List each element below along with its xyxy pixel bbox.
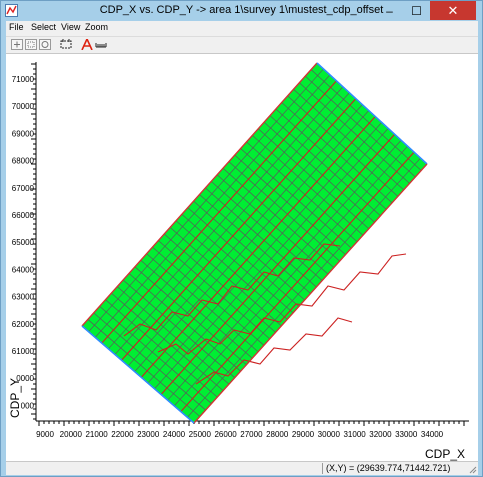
application-window: CDP_X vs. CDP_Y -> area 1\survey 1\muste… [0,0,483,477]
y-tick-label: 66000 [12,211,35,220]
x-tick-label: 23000 [137,430,160,439]
y-tick-label: 69000 [12,129,35,138]
y-tick-label: 70000 [12,102,35,111]
plot-area[interactable]: 71000 70000 69000 68000 67000 66000 65000 64000… [6,53,478,462]
x-tick-label: 26000 [214,430,237,439]
y-tick-label: 71000 [12,75,35,84]
x-tick-label: 25000 [189,430,212,439]
x-tick-label: 28000 [266,430,289,439]
resize-grip-icon[interactable] [469,466,477,474]
y-tick-label: 61000 [12,347,35,356]
annotate-icon[interactable] [81,39,93,50]
y-tick-label: 62000 [12,320,35,329]
toolbar [6,36,478,54]
x-tick-label: 27000 [240,430,263,439]
zoom-out-icon[interactable] [39,39,51,50]
status-bar: (X,Y) = (29639.774,71442.721) [6,461,478,475]
y-tick-label: 63000 [12,293,35,302]
status-separator [322,463,323,474]
x-tick-label: 32000 [369,430,392,439]
minimize-button[interactable]: – [376,1,403,20]
y-axis-label: CDP_Y [8,378,22,418]
zoom-box-icon[interactable] [25,39,37,50]
y-tick-label: 64000 [12,265,35,274]
zoom-in-icon[interactable] [11,39,23,50]
menu-bar: File Select View Zoom [6,21,478,36]
y-tick-label: 68000 [12,157,35,166]
menu-select[interactable]: Select [31,22,56,32]
x-axis: 9000 20000 21000 22000 23000 24000 25000 26000 2… [36,420,469,439]
x-axis-label: CDP_X [425,447,465,461]
x-tick-label: 33000 [395,430,418,439]
x-tick-label: 9000 [36,430,54,439]
cdp-map-plot[interactable]: 71000 70000 69000 68000 67000 66000 65000 64000… [6,54,478,462]
close-button[interactable]: ✕ [430,1,476,20]
x-tick-label: 21000 [85,430,108,439]
title-bar: CDP_X vs. CDP_Y -> area 1\survey 1\muste… [1,1,482,21]
x-tick-label: 24000 [163,430,186,439]
menu-view[interactable]: View [61,22,80,32]
x-tick-label: 20000 [60,430,83,439]
measure-icon[interactable] [95,39,107,50]
y-tick-label: 000 [21,401,35,410]
cursor-coordinates: (X,Y) = (29639.774,71442.721) [326,463,451,473]
maximize-button[interactable]: ☐ [403,1,430,20]
menu-zoom[interactable]: Zoom [85,22,108,32]
select-icon[interactable] [60,39,72,50]
x-tick-label: 34000 [421,430,444,439]
survey-bin-grid [81,62,428,424]
x-tick-label: 30000 [318,430,341,439]
x-tick-label: 31000 [343,430,366,439]
x-tick-label: 29000 [292,430,315,439]
y-axis: 71000 70000 69000 68000 67000 66000 65000 64000… [12,62,37,421]
y-tick-label: 67000 [12,184,35,193]
menu-file[interactable]: File [9,22,24,32]
y-tick-label: 65000 [12,238,35,247]
x-tick-label: 22000 [111,430,134,439]
